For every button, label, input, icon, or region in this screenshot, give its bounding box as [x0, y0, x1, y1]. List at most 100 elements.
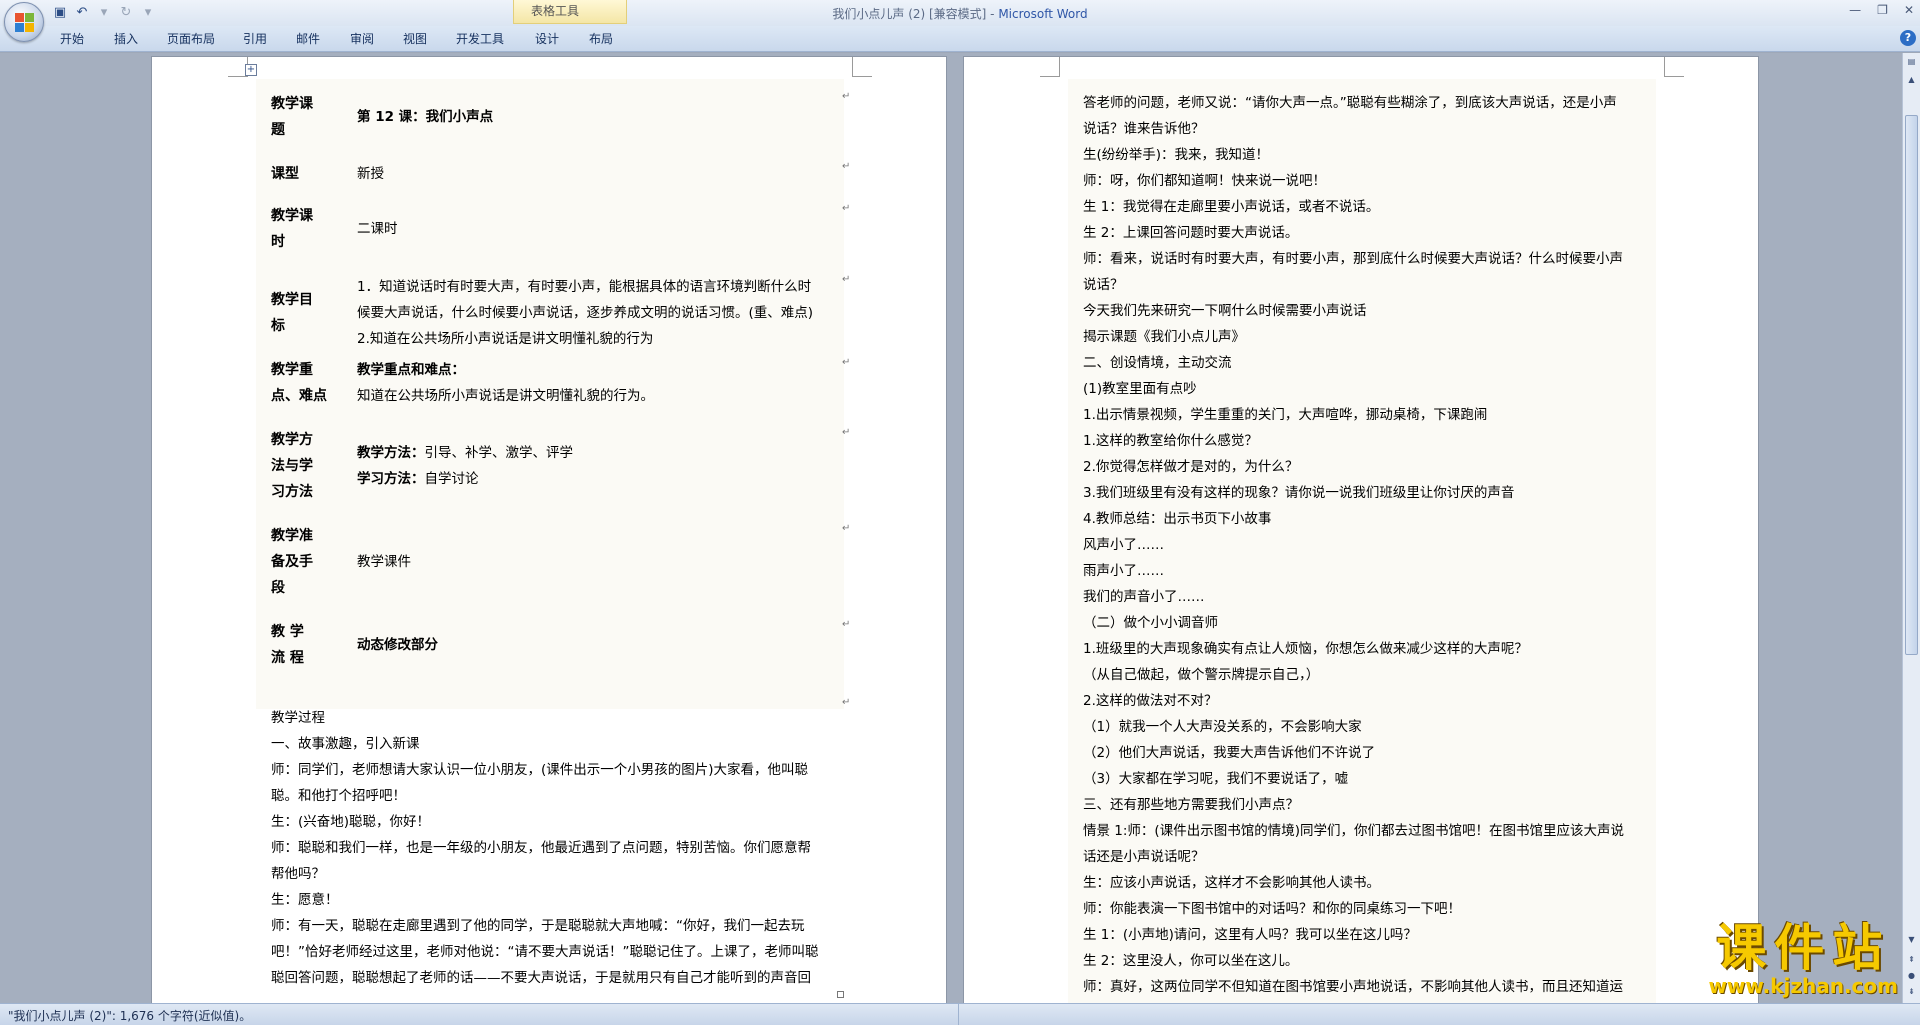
previous-page-icon[interactable]: ⇞ — [1905, 953, 1918, 966]
table-move-handle-icon[interactable]: + — [245, 64, 257, 76]
cell-end-mark: ↵ — [842, 619, 851, 630]
ribbon-tab-bar: 开始 插入 页面布局 引用 邮件 审阅 视图 开发工具 设计 布局 — [0, 26, 1920, 52]
office-button[interactable] — [4, 2, 44, 42]
paragraph: (1)教室里面有点吵 — [1083, 381, 1197, 397]
paragraph: 我们的声音小了…… — [1083, 589, 1205, 605]
ruler-toggle-icon[interactable]: ▤ — [1905, 55, 1918, 68]
tab-review[interactable]: 审阅 — [350, 30, 374, 47]
tab-page-layout[interactable]: 页面布局 — [167, 30, 215, 47]
paragraph: 一、故事激趣，引入新课 — [271, 736, 420, 752]
cell-end-mark: ↵ — [842, 91, 851, 102]
paragraph: 三、还有那些地方需要我们小声点？ — [1083, 797, 1299, 813]
tab-mailings[interactable]: 邮件 — [296, 30, 320, 47]
cell-end-mark: ↵ — [842, 161, 851, 172]
scroll-down-icon[interactable]: ▼ — [1905, 933, 1918, 946]
paragraph: 吧！”恰好老师经过这里，老师对他说：“请不要大声说话！”聪聪记住了。上课了，老师… — [271, 944, 819, 960]
status-bar: "我们小点儿声 (2)": 1,676 个字符(近似值)。 — [0, 1003, 1920, 1025]
tab-insert[interactable]: 插入 — [114, 30, 138, 47]
paragraph: 生 2：上课回答问题时要大声说话。 — [1083, 225, 1299, 241]
title-bar: ▣ ↶ ▾ ↻ ▾ 表格工具 我们小点儿声 (2) [兼容模式] - Micro… — [0, 0, 1920, 26]
paragraph: 生：(兴奋地)聪聪，你好！ — [271, 814, 431, 830]
scrollbar-thumb[interactable] — [1905, 115, 1918, 655]
tab-home[interactable]: 开始 — [60, 30, 84, 47]
paragraph: 揭示课题《我们小点儿声》 — [1083, 329, 1245, 345]
paragraph: （从自己做起，做个警示牌提示自己，） — [1083, 667, 1320, 683]
table-label-methods: 教学方 法与学 习方法 — [271, 432, 313, 500]
paragraph: 师：真好，这两位同学不但知道在图书馆要小声地说话，不影响其他人读书，而且还知道运 — [1083, 979, 1623, 995]
paragraph: 风声小了…… — [1083, 537, 1164, 553]
row-end-mark: ↵ — [842, 697, 851, 708]
minimize-icon[interactable]: — — [1849, 3, 1861, 17]
paragraph: 2.你觉得怎样做才是对的，为什么？ — [1083, 459, 1299, 475]
page-right[interactable]: 答老师的问题，老师又说：“请你大声一点。”聪聪有些糊涂了，到底该大声说话，还是小… — [964, 57, 1758, 1003]
paragraph: 教学过程 — [271, 710, 325, 726]
tab-developer[interactable]: 开发工具 — [456, 30, 504, 47]
scroll-up-icon[interactable]: ▲ — [1905, 73, 1918, 86]
paragraph: 情景 1:师：(课件出示图书馆的情境)同学们，你们都去过图书馆吧！在图书馆里应该… — [1083, 823, 1624, 839]
paragraph: 2.这样的做法对不对？ — [1083, 693, 1218, 709]
table-value-learning-method: 学习方法：自学讨论 — [357, 466, 479, 492]
table-label-key-points: 教学重 点、难点 — [271, 362, 327, 404]
office-logo-icon — [15, 13, 35, 33]
table-value-teaching-method: 教学方法：引导、补学、激学、评学 — [357, 440, 573, 466]
table-value-objectives: 1．知道说话时有时要大声，有时要小声，能根据具体的语言环境判断什么时 候要大声说… — [357, 279, 814, 347]
paragraph: 雨声小了…… — [1083, 563, 1164, 579]
table-resize-handle[interactable] — [837, 991, 844, 998]
tab-references[interactable]: 引用 — [243, 30, 267, 47]
paragraph: 生(纷纷举手)：我来，我知道！ — [1083, 147, 1270, 163]
cell-end-mark: ↵ — [842, 427, 851, 438]
help-icon[interactable]: ? — [1900, 30, 1916, 46]
crop-mark — [1664, 57, 1684, 77]
crop-mark — [1040, 57, 1060, 77]
right-body-text[interactable]: 答老师的问题，老师又说：“请你大声一点。”聪聪有些糊涂了，到底该大声说话，还是小… — [1083, 90, 1653, 1000]
paragraph: 答老师的问题，老师又说：“请你大声一点。”聪聪有些糊涂了，到底该大声说话，还是小… — [1083, 95, 1617, 111]
paragraph: （1）就我一个人大声没关系的，不会影响大家 — [1083, 719, 1362, 735]
paragraph: 生 1：我觉得在走廊里要小声说话，或者不说话。 — [1083, 199, 1380, 215]
cell-end-mark: ↵ — [842, 357, 851, 368]
watermark-title: 课件站 — [1716, 918, 1891, 977]
paragraph: 今天我们先来研究一下啊什么时候需要小声说话 — [1083, 303, 1367, 319]
paragraph: （二）做个小小调音师 — [1083, 615, 1218, 631]
paragraph: 3.我们班级里有没有这样的现象？请你说一说我们班级里让你讨厌的声音 — [1083, 485, 1515, 501]
close-icon[interactable]: ✕ — [1904, 3, 1914, 17]
tab-design[interactable]: 设计 — [535, 30, 559, 47]
table-value-lesson-title: 第 12 课：我们小声点 — [357, 109, 494, 125]
table-value-process: 动态修改部分 — [357, 637, 438, 653]
status-divider — [958, 1004, 959, 1025]
paragraph: 4.教师总结：出示书页下小故事 — [1083, 511, 1272, 527]
table-label-lesson-hours: 教学课 时 — [271, 208, 313, 250]
table-label-process: 教 学 流 程 — [271, 624, 304, 666]
word-count-status[interactable]: "我们小点儿声 (2)": 1,676 个字符(近似值)。 — [8, 1007, 251, 1024]
tab-layout[interactable]: 布局 — [589, 30, 613, 47]
next-page-icon[interactable]: ⇟ — [1905, 985, 1918, 998]
paragraph: 帮他吗？ — [271, 866, 325, 882]
paragraph: 生：愿意！ — [271, 892, 339, 908]
tab-view[interactable]: 视图 — [403, 30, 427, 47]
table-value-key-points-heading: 教学重点和难点： — [357, 362, 465, 378]
browse-object-icon[interactable]: ● — [1905, 969, 1918, 982]
paragraph: 师：同学们，老师想请大家认识一位小朋友，(课件出示一个小男孩的图片)大家看，他叫… — [271, 762, 809, 778]
page-left[interactable]: + 教学课 题 第 12 课：我们小声点 ↵ 课型 新授 ↵ 教学课 时 二课时… — [152, 57, 946, 1003]
paragraph: 师：有一天，聪聪在走廊里遇到了他的同学，于是聪聪就大声地喊：“你好，我们一起去玩 — [271, 918, 805, 934]
restore-icon[interactable]: ❐ — [1877, 3, 1888, 17]
paragraph: （2）他们大声说话，我要大声告诉他们不许说了 — [1083, 745, 1376, 761]
cell-end-mark: ↵ — [842, 203, 851, 214]
table-value-lesson-hours: 二课时 — [357, 221, 398, 237]
table-label-lesson-title: 教学课 题 — [271, 96, 313, 138]
watermark-logo: 课件站 www.kjzhan.com — [1708, 918, 1898, 999]
window-controls: — ❐ ✕ — [1849, 3, 1914, 17]
watermark-url: www.kjzhan.com — [1708, 974, 1898, 998]
vertical-scrollbar[interactable]: ▤ ▲ ▼ ⇞ ● ⇟ — [1902, 53, 1920, 1003]
document-area[interactable]: + 教学课 题 第 12 课：我们小声点 ↵ 课型 新授 ↵ 教学课 时 二课时… — [0, 53, 1902, 1003]
paragraph: 聪回答问题，聪聪想起了老师的话——不要大声说话，于是就用只有自己才能听到的声音回 — [271, 970, 811, 986]
document-title: 我们小点儿声 (2) [兼容模式] - — [832, 7, 999, 21]
teaching-method-value: 引导、补学、激学、评学 — [424, 445, 574, 461]
paragraph: 师：呀，你们都知道啊！快来说一说吧！ — [1083, 173, 1326, 189]
paragraph: 生：应该小声说话，这样才不会影响其他人读书。 — [1083, 875, 1380, 891]
left-body-text[interactable]: 教学过程 一、故事激趣，引入新课 师：同学们，老师想请大家认识一位小朋友，(课件… — [271, 705, 841, 991]
paragraph: 说话？谁来告诉他？ — [1083, 121, 1205, 137]
paragraph: （3）大家都在学习呢，我们不要说话了，嘘 — [1083, 771, 1349, 787]
learning-method-value: 自学讨论 — [424, 471, 479, 487]
paragraph: 师：你能表演一下图书馆中的对话吗？和你的同桌练习一下吧！ — [1083, 901, 1461, 917]
paragraph: 二、创设情境，主动交流 — [1083, 355, 1232, 371]
